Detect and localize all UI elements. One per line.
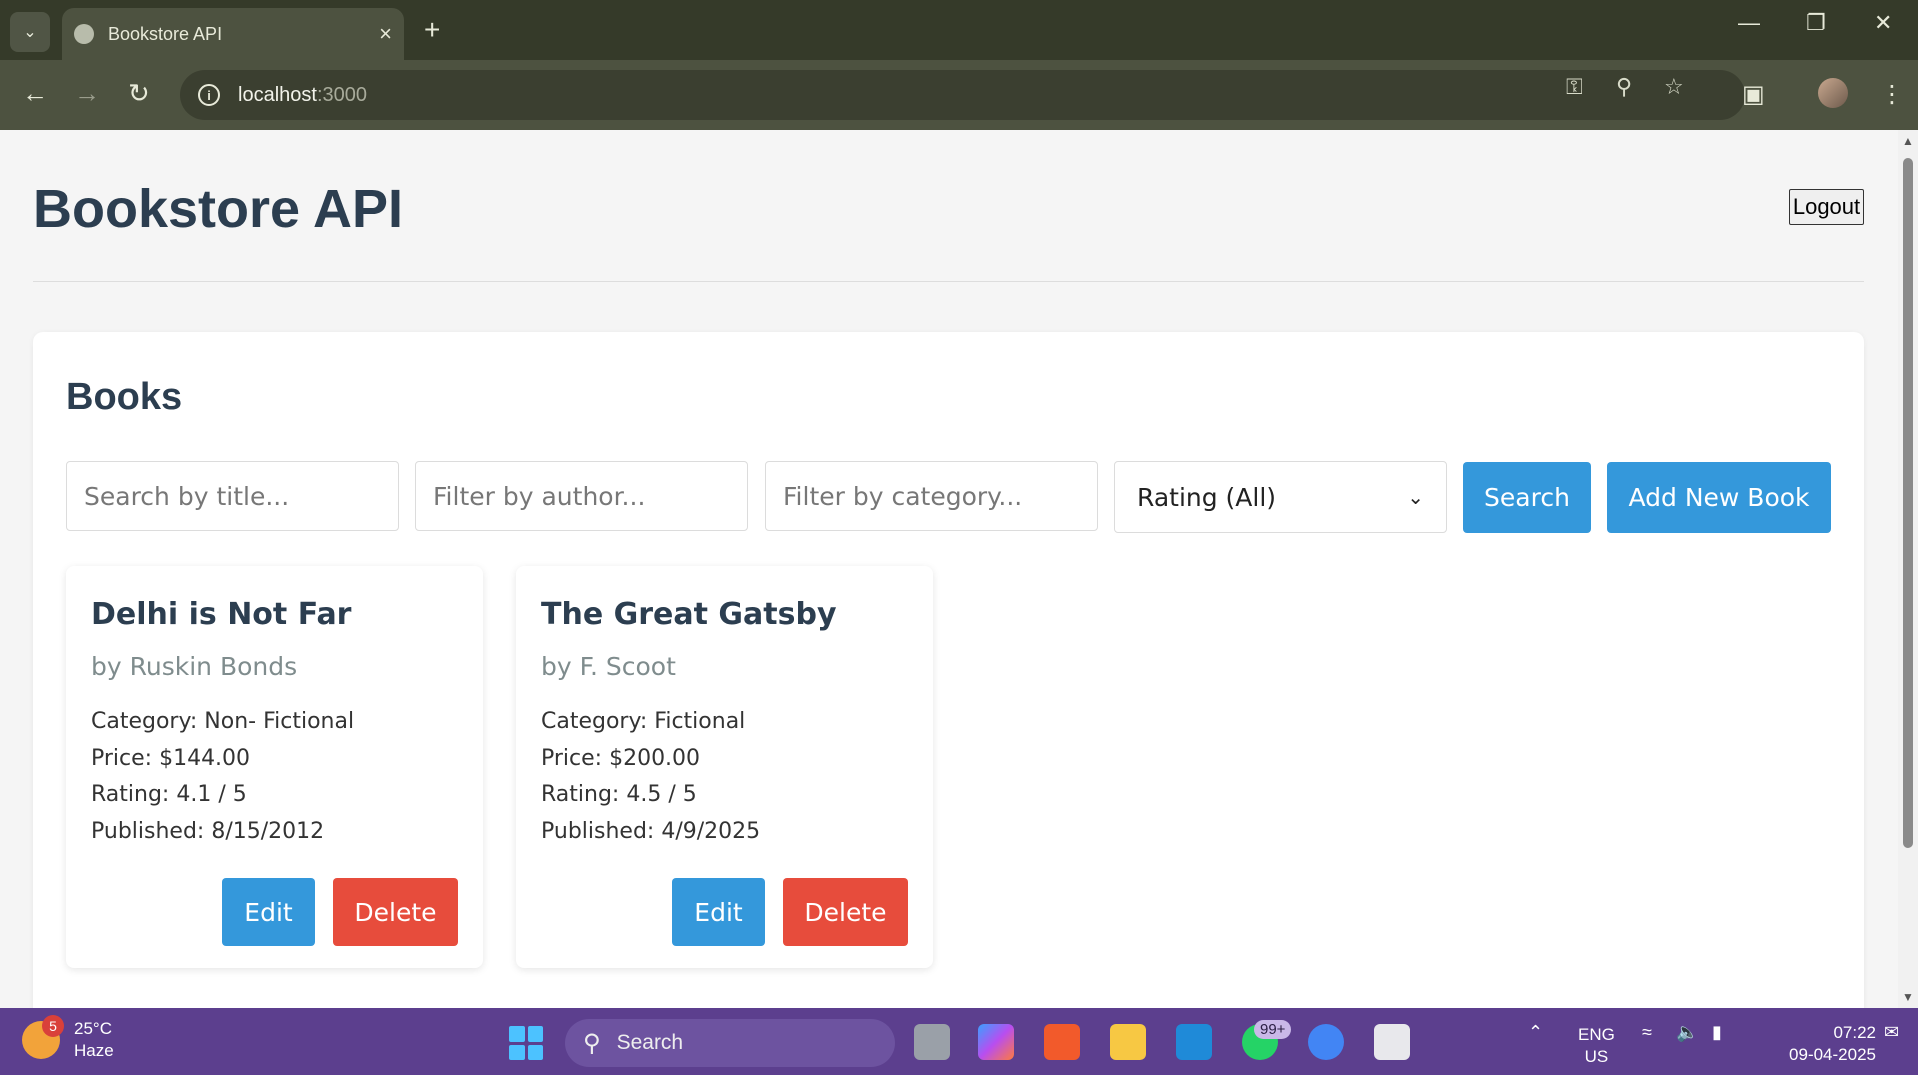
book-published: Published: 8/15/2012 bbox=[91, 819, 325, 844]
volume-icon[interactable]: 🔈 bbox=[1676, 1022, 1698, 1043]
brave-browser-icon[interactable] bbox=[1044, 1024, 1080, 1060]
header-divider bbox=[33, 281, 1864, 282]
whatsapp-badge: 99+ bbox=[1254, 1020, 1292, 1039]
new-tab-icon[interactable]: + bbox=[424, 14, 440, 46]
taskbar: 5 25°C Haze ⚲ Search 99+ ⌃ ENG US ≈ 🔈 ▮ … bbox=[0, 1008, 1918, 1075]
scrollbar-thumb[interactable] bbox=[1903, 158, 1913, 848]
clock-time: 07:22 bbox=[1833, 1023, 1876, 1042]
add-new-book-button[interactable]: Add New Book bbox=[1607, 462, 1831, 533]
close-tab-icon[interactable]: × bbox=[379, 21, 392, 47]
copilot-icon[interactable] bbox=[978, 1024, 1014, 1060]
weather-widget[interactable]: 5 25°C Haze bbox=[22, 1015, 114, 1062]
clock[interactable]: 07:22 09-04-2025 bbox=[1760, 1022, 1876, 1066]
books-panel: Books Rating (All) ⌄ Search Add New Book… bbox=[33, 332, 1864, 1032]
windows-start-icon[interactable] bbox=[509, 1026, 543, 1060]
browser-tab[interactable]: Bookstore API × bbox=[62, 8, 404, 60]
notification-icon[interactable]: ✉ bbox=[1884, 1022, 1899, 1043]
region-code: US bbox=[1584, 1047, 1609, 1066]
battery-icon[interactable]: ▮ bbox=[1712, 1022, 1722, 1043]
edit-button[interactable]: Edit bbox=[672, 878, 765, 946]
edit-button[interactable]: Edit bbox=[222, 878, 315, 946]
vscode-icon[interactable] bbox=[1176, 1024, 1212, 1060]
more-menu-icon[interactable]: ⋮ bbox=[1880, 80, 1904, 109]
browser-tabstrip: ⌄ Bookstore API × + — ❐ ✕ bbox=[0, 0, 1918, 60]
temperature: 25°C bbox=[74, 1019, 112, 1038]
minimize-icon[interactable]: — bbox=[1738, 10, 1760, 36]
book-title: The Great Gatsby bbox=[541, 597, 837, 632]
file-explorer-icon[interactable] bbox=[1110, 1024, 1146, 1060]
rating-select-value: Rating (All) bbox=[1137, 482, 1277, 512]
profile-avatar[interactable] bbox=[1818, 78, 1848, 108]
book-card: The Great Gatsby by F. Scoot Category: F… bbox=[516, 566, 933, 968]
category-filter-input[interactable] bbox=[765, 461, 1098, 531]
delete-button[interactable]: Delete bbox=[333, 878, 458, 946]
author-filter-input[interactable] bbox=[415, 461, 748, 531]
taskbar-search[interactable]: ⚲ Search bbox=[565, 1019, 895, 1067]
book-published: Published: 4/9/2025 bbox=[541, 819, 761, 844]
task-view-icon[interactable] bbox=[914, 1024, 950, 1060]
clock-date: 09-04-2025 bbox=[1789, 1045, 1876, 1064]
wifi-icon[interactable]: ≈ bbox=[1642, 1022, 1652, 1043]
site-info-icon[interactable]: i bbox=[198, 84, 220, 106]
rating-select[interactable]: Rating (All) ⌄ bbox=[1114, 461, 1447, 533]
delete-button[interactable]: Delete bbox=[783, 878, 908, 946]
book-title: Delhi is Not Far bbox=[91, 597, 352, 632]
language-indicator[interactable]: ENG US bbox=[1578, 1024, 1615, 1068]
tab-search-button[interactable]: ⌄ bbox=[10, 12, 50, 52]
book-price: Price: $144.00 bbox=[91, 746, 251, 771]
chevron-down-icon: ⌄ bbox=[23, 24, 37, 41]
page-content: Bookstore API Logout Books Rating (All) … bbox=[0, 130, 1898, 1032]
scroll-down-icon[interactable]: ▼ bbox=[1902, 990, 1914, 1004]
weather-sun-icon: 5 bbox=[22, 1015, 64, 1059]
browser-toolbar: ← → ↻ i localhost :3000 ⚿ ⚲ ☆ ▣ ⋮ bbox=[0, 60, 1918, 130]
snipping-tool-icon[interactable] bbox=[1374, 1024, 1410, 1060]
chevron-down-icon: ⌄ bbox=[1407, 485, 1424, 509]
books-heading: Books bbox=[66, 376, 183, 418]
tab-title: Bookstore API bbox=[108, 23, 223, 44]
bookmark-star-icon[interactable]: ☆ bbox=[1664, 74, 1684, 100]
zoom-icon[interactable]: ⚲ bbox=[1616, 74, 1632, 100]
chrome-icon[interactable] bbox=[1308, 1024, 1344, 1060]
language-code: ENG bbox=[1578, 1025, 1615, 1044]
page-scrollbar[interactable]: ▲ ▼ bbox=[1898, 130, 1918, 1008]
book-rating: Rating: 4.1 / 5 bbox=[91, 782, 247, 807]
book-rating: Rating: 4.5 / 5 bbox=[541, 782, 697, 807]
globe-icon bbox=[74, 24, 94, 44]
app-title: Bookstore API bbox=[33, 179, 404, 239]
book-author: by F. Scoot bbox=[541, 652, 676, 681]
url-host: localhost bbox=[238, 83, 317, 106]
address-bar[interactable]: i localhost :3000 bbox=[180, 70, 1745, 120]
restore-icon[interactable]: ❐ bbox=[1806, 10, 1826, 36]
title-search-input[interactable] bbox=[66, 461, 399, 531]
extensions-icon[interactable]: ▣ bbox=[1742, 80, 1765, 109]
forward-icon[interactable]: → bbox=[74, 78, 100, 109]
book-category: Category: Fictional bbox=[541, 709, 746, 734]
url-port: :3000 bbox=[316, 83, 367, 106]
book-price: Price: $200.00 bbox=[541, 746, 701, 771]
book-card: Delhi is Not Far by Ruskin Bonds Categor… bbox=[66, 566, 483, 968]
password-key-icon[interactable]: ⚿ bbox=[1566, 74, 1583, 100]
window-close-icon[interactable]: ✕ bbox=[1874, 10, 1892, 36]
logout-button[interactable]: Logout bbox=[1789, 189, 1864, 225]
weather-badge: 5 bbox=[42, 1015, 64, 1037]
scroll-up-icon[interactable]: ▲ bbox=[1902, 134, 1914, 148]
search-button[interactable]: Search bbox=[1463, 462, 1591, 533]
search-icon: ⚲ bbox=[583, 1029, 601, 1057]
reload-icon[interactable]: ↻ bbox=[128, 78, 150, 109]
book-author: by Ruskin Bonds bbox=[91, 652, 298, 681]
book-category: Category: Non- Fictional bbox=[91, 709, 355, 734]
chevron-up-icon[interactable]: ⌃ bbox=[1528, 1022, 1543, 1043]
back-icon[interactable]: ← bbox=[22, 78, 48, 109]
weather-condition: Haze bbox=[74, 1041, 114, 1060]
taskbar-search-label: Search bbox=[616, 1031, 684, 1054]
